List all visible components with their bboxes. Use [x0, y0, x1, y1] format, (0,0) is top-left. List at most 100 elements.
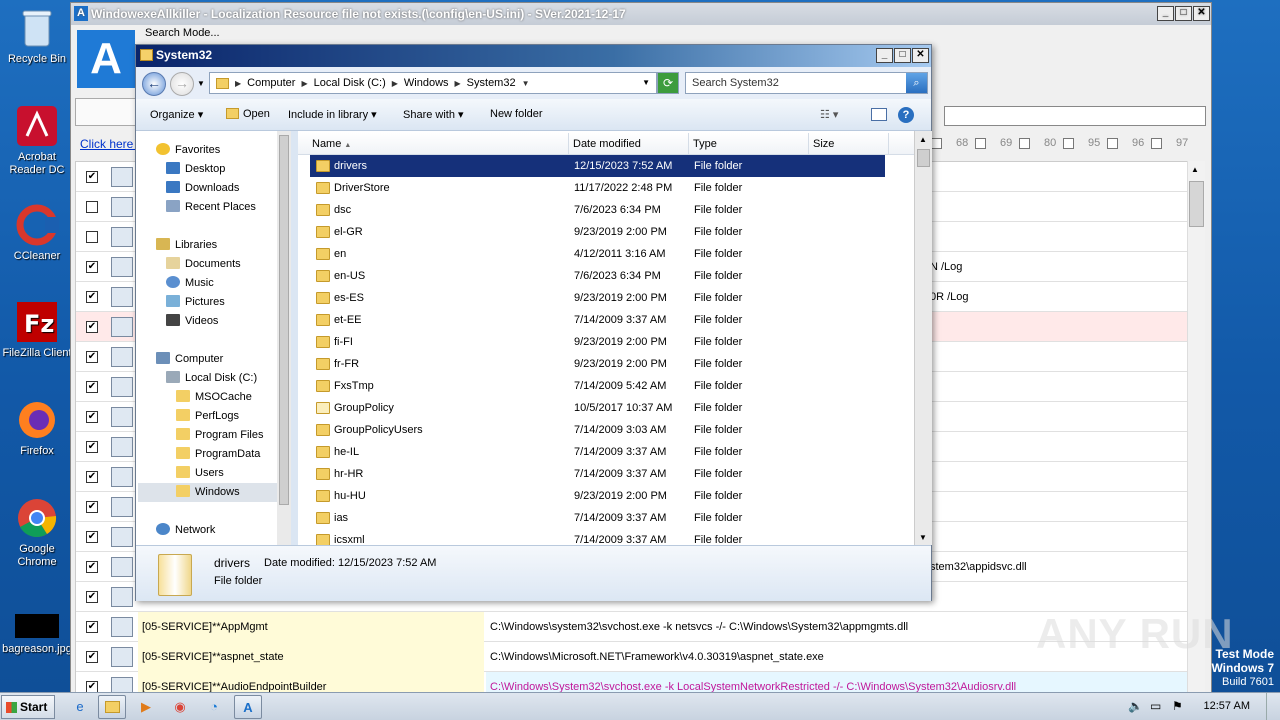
breadcrumb-chevron-icon[interactable]: ▶: [455, 79, 461, 88]
file-row[interactable]: es-ES 9/23/2019 2:00 PM File folder: [310, 287, 886, 309]
recent-pages-chevron-icon[interactable]: ▼: [197, 79, 205, 88]
number-checkbox[interactable]: 95: [1063, 137, 1107, 149]
row-checkbox[interactable]: ✔: [86, 501, 98, 513]
column-header-name[interactable]: Name ▲: [298, 133, 569, 155]
row-checkbox[interactable]: [86, 201, 98, 213]
number-checkbox[interactable]: 96: [1107, 137, 1151, 149]
row-checkbox[interactable]: ✔: [86, 171, 98, 183]
share-with-button[interactable]: Share with ▾: [403, 108, 464, 121]
column-header-size[interactable]: Size: [809, 133, 889, 155]
nav-computer[interactable]: Computer: [156, 350, 223, 369]
row-checkbox[interactable]: [86, 231, 98, 243]
address-bar[interactable]: ▶ Computer ▶ Local Disk (C:) ▶ Windows ▶…: [209, 72, 657, 94]
click-here-link[interactable]: Click here t: [80, 137, 140, 151]
file-row[interactable]: fr-FR 9/23/2019 2:00 PM File folder: [310, 353, 886, 375]
breadcrumb-local-disk[interactable]: Local Disk (C:): [314, 77, 386, 89]
nav-msocache[interactable]: MSOCache: [176, 388, 252, 407]
close-button[interactable]: ✕: [1193, 6, 1210, 21]
scroll-up-icon[interactable]: ▲: [1191, 165, 1199, 174]
breadcrumb-chevron-icon[interactable]: ▶: [301, 79, 307, 88]
allkiller-title-bar[interactable]: A WindowexeAllkiller - Localization Reso…: [71, 3, 1211, 25]
view-options-icon[interactable]: ☷ ▾: [820, 108, 838, 121]
file-row[interactable]: GroupPolicyUsers 7/14/2009 3:03 AM File fo…: [310, 419, 886, 441]
scrollbar-thumb[interactable]: [279, 135, 289, 505]
internet-explorer-icon[interactable]: e: [66, 695, 94, 719]
desktop-icon-recycle-bin[interactable]: Recycle Bin: [2, 6, 72, 66]
scrollbar-thumb[interactable]: [917, 149, 930, 167]
number-checkbox[interactable]: 68: [931, 137, 975, 149]
number-checkbox[interactable]: 97: [1151, 137, 1195, 149]
file-row[interactable]: GroupPolicy 10/5/2017 10:37 AM File folder: [310, 397, 886, 419]
scrollbar-thumb[interactable]: [1189, 181, 1204, 227]
row-checkbox[interactable]: ✔: [86, 561, 98, 573]
file-row[interactable]: el-GR 9/23/2019 2:00 PM File folder: [310, 221, 886, 243]
file-row[interactable]: hr-HR 7/14/2009 3:37 AM File folder: [310, 463, 886, 485]
nav-favorites[interactable]: Favorites: [156, 141, 220, 160]
refresh-icon[interactable]: ⟳: [657, 72, 679, 94]
breadcrumb-computer[interactable]: Computer: [247, 77, 295, 89]
file-row[interactable]: en 4/12/2011 3:16 AM File folder: [310, 243, 886, 265]
new-folder-button[interactable]: New folder: [490, 108, 543, 120]
row-checkbox[interactable]: ✔: [86, 351, 98, 363]
search-input[interactable]: Search System32 ⌕: [685, 72, 928, 94]
file-row[interactable]: en-US 7/6/2023 6:34 PM File folder: [310, 265, 886, 287]
row-checkbox[interactable]: ✔: [86, 591, 98, 603]
nav-pictures[interactable]: Pictures: [166, 293, 225, 312]
address-dropdown-icon[interactable]: ▼: [642, 78, 650, 87]
back-arrow-icon[interactable]: ←: [142, 72, 166, 96]
maximize-button[interactable]: □: [894, 48, 911, 63]
desktop-icon-chrome[interactable]: Google Chrome: [2, 496, 72, 569]
close-button[interactable]: ✕: [912, 48, 929, 63]
file-row[interactable]: ias 7/14/2009 3:37 AM File folder: [310, 507, 886, 529]
row-checkbox[interactable]: ✔: [86, 291, 98, 303]
row-checkbox[interactable]: ✔: [86, 471, 98, 483]
row-checkbox[interactable]: ✔: [86, 531, 98, 543]
file-row[interactable]: drivers 12/15/2023 7:52 AM File folder: [310, 155, 885, 177]
nav-users[interactable]: Users: [176, 464, 224, 483]
scroll-down-icon[interactable]: ▼: [919, 533, 927, 542]
row-checkbox[interactable]: ✔: [86, 441, 98, 453]
nav-network[interactable]: Network: [156, 521, 215, 540]
allkiller-taskbar-icon[interactable]: A: [234, 695, 262, 719]
preview-pane-icon[interactable]: [871, 108, 887, 121]
nav-videos[interactable]: Videos: [166, 312, 218, 331]
row-checkbox[interactable]: ✔: [86, 411, 98, 423]
action-center-flag-icon[interactable]: ⚑: [1172, 699, 1183, 713]
desktop-icon-filezilla[interactable]: Fz FileZilla Client: [2, 300, 72, 360]
show-desktop-button[interactable]: [1266, 693, 1280, 720]
maximize-button[interactable]: □: [1175, 6, 1192, 21]
desktop-icon-acrobat[interactable]: Acrobat Reader DC: [2, 104, 72, 177]
explorer-taskbar-icon[interactable]: [98, 695, 126, 719]
allkiller-filter-input[interactable]: [944, 106, 1206, 126]
start-button[interactable]: Start: [1, 695, 55, 719]
nav-programdata[interactable]: ProgramData: [176, 445, 260, 464]
column-header-date-modified[interactable]: Date modified: [569, 133, 689, 155]
nav-recent-places[interactable]: Recent Places: [166, 198, 256, 217]
breadcrumb-windows[interactable]: Windows: [404, 77, 449, 89]
row-checkbox[interactable]: ✔: [86, 651, 98, 663]
breadcrumb-chevron-icon[interactable]: ▶: [392, 79, 398, 88]
explorer-title-bar[interactable]: System32 _ □ ✕: [136, 45, 931, 67]
volume-icon[interactable]: 🔈: [1128, 699, 1143, 713]
allkiller-action-button[interactable]: [75, 98, 137, 126]
file-row[interactable]: FxsTmp 7/14/2009 5:42 AM File folder: [310, 375, 886, 397]
organize-button[interactable]: Organize ▾: [150, 108, 203, 121]
minimize-button[interactable]: _: [1157, 6, 1174, 21]
file-row[interactable]: hu-HU 9/23/2019 2:00 PM File folder: [310, 485, 886, 507]
file-row[interactable]: dsc 7/6/2023 6:34 PM File folder: [310, 199, 886, 221]
forward-arrow-icon[interactable]: →: [170, 72, 194, 96]
include-in-library-button[interactable]: Include in library ▾: [288, 108, 377, 121]
minimize-button[interactable]: _: [876, 48, 893, 63]
nav-program-files[interactable]: Program Files: [176, 426, 263, 445]
nav-libraries[interactable]: Libraries: [156, 236, 217, 255]
file-row[interactable]: he-IL 7/14/2009 3:37 AM File folder: [310, 441, 886, 463]
file-row[interactable]: fi-FI 9/23/2019 2:00 PM File folder: [310, 331, 886, 353]
file-row[interactable]: DriverStore 11/17/2022 2:48 PM File folder: [310, 177, 886, 199]
desktop-icon-firefox[interactable]: Firefox: [2, 398, 72, 458]
media-player-icon[interactable]: ▶: [132, 695, 160, 719]
chrome-taskbar-icon[interactable]: ◉: [166, 695, 194, 719]
row-checkbox[interactable]: ✔: [86, 621, 98, 633]
column-header-type[interactable]: Type: [689, 133, 809, 155]
desktop-icon-bagreason[interactable]: bagreason.jpg: [2, 612, 72, 656]
desktop-icon-ccleaner[interactable]: CCleaner: [2, 203, 72, 263]
